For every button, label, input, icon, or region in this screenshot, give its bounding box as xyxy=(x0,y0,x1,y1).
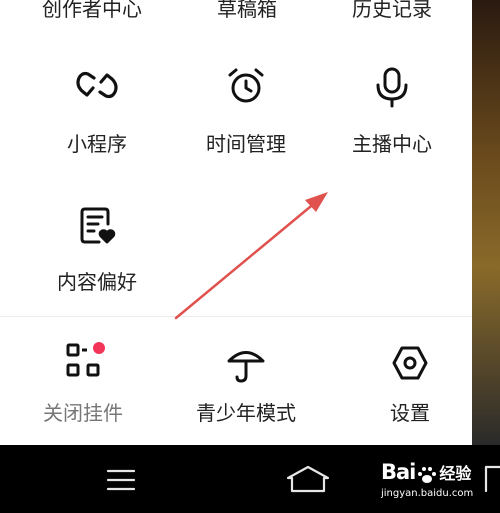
watermark-brand: Bai xyxy=(381,460,416,484)
watermark-url: jingyan.baidu.com xyxy=(381,488,474,499)
paw-icon xyxy=(417,466,437,484)
watermark-jingyan: 经验 xyxy=(439,464,472,483)
home-icon[interactable] xyxy=(286,465,330,493)
back-icon[interactable] xyxy=(482,463,500,495)
annotation-arrow xyxy=(174,192,328,320)
menu-panel: 创作者中心 草稿箱 历史记录 小程序 时间管理 主播中心 内容偏好 关闭挂件 青… xyxy=(0,0,472,445)
menu-icon[interactable] xyxy=(106,468,136,492)
baidu-jingyan-watermark: Bai 经验 jingyan.baidu.com xyxy=(381,460,473,499)
